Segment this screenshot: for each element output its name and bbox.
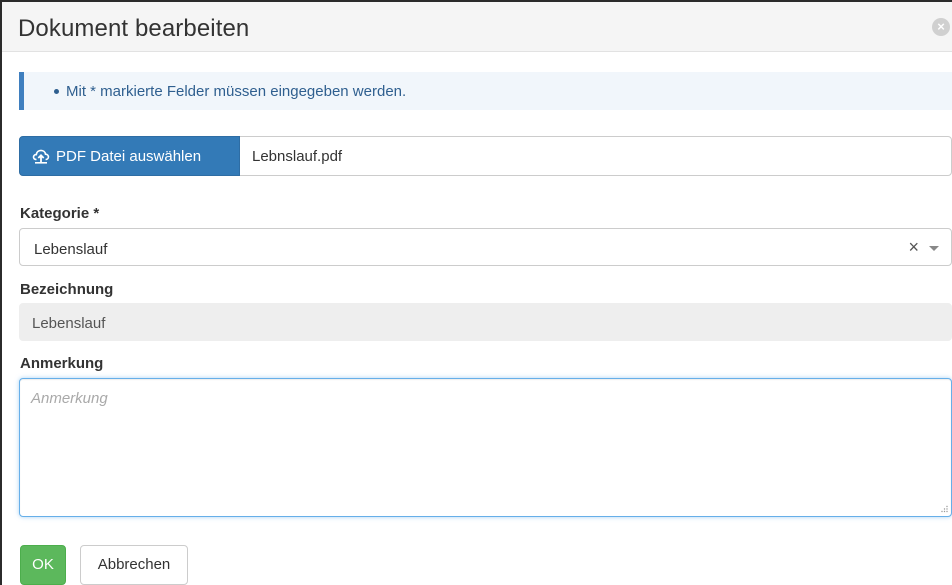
kategorie-selected-value: Lebenslauf — [34, 241, 108, 258]
chevron-down-icon[interactable] — [929, 246, 939, 251]
select-pdf-button-label: PDF Datei auswählen — [56, 148, 202, 165]
dialog-title: Dokument bearbeiten — [18, 15, 250, 42]
edit-document-dialog: Dokument bearbeiten × Mit * markierte Fe… — [0, 0, 952, 585]
cancel-button[interactable]: Abbrechen — [80, 545, 188, 585]
anmerkung-label: Anmerkung — [20, 355, 104, 372]
clear-icon[interactable]: × — [908, 237, 919, 258]
anmerkung-textarea[interactable]: Anmerkung — [19, 378, 952, 517]
kategorie-label: Kategorie * — [20, 205, 100, 222]
file-upload-group: PDF Datei auswählen Lebnslauf.pdf — [19, 136, 952, 176]
resize-handle-icon[interactable] — [940, 505, 948, 513]
info-alert: Mit * markierte Felder müssen eingegeben… — [19, 72, 952, 110]
anmerkung-placeholder: Anmerkung — [31, 390, 108, 407]
bullet-icon — [54, 89, 59, 94]
cloud-upload-icon — [32, 149, 50, 164]
select-pdf-button[interactable]: PDF Datei auswählen — [19, 136, 240, 176]
close-icon[interactable]: × — [932, 18, 950, 36]
dialog-header: Dokument bearbeiten × — [2, 2, 952, 52]
selected-file-name: Lebnslauf.pdf — [252, 148, 343, 165]
bezeichnung-label: Bezeichnung — [20, 281, 114, 298]
info-message: Mit * markierte Felder müssen eingegeben… — [66, 83, 407, 100]
kategorie-select[interactable]: Lebenslauf × — [19, 228, 952, 266]
ok-button[interactable]: OK — [20, 545, 66, 585]
bezeichnung-field: Lebenslauf — [19, 303, 952, 341]
bezeichnung-value: Lebenslauf — [32, 315, 106, 332]
